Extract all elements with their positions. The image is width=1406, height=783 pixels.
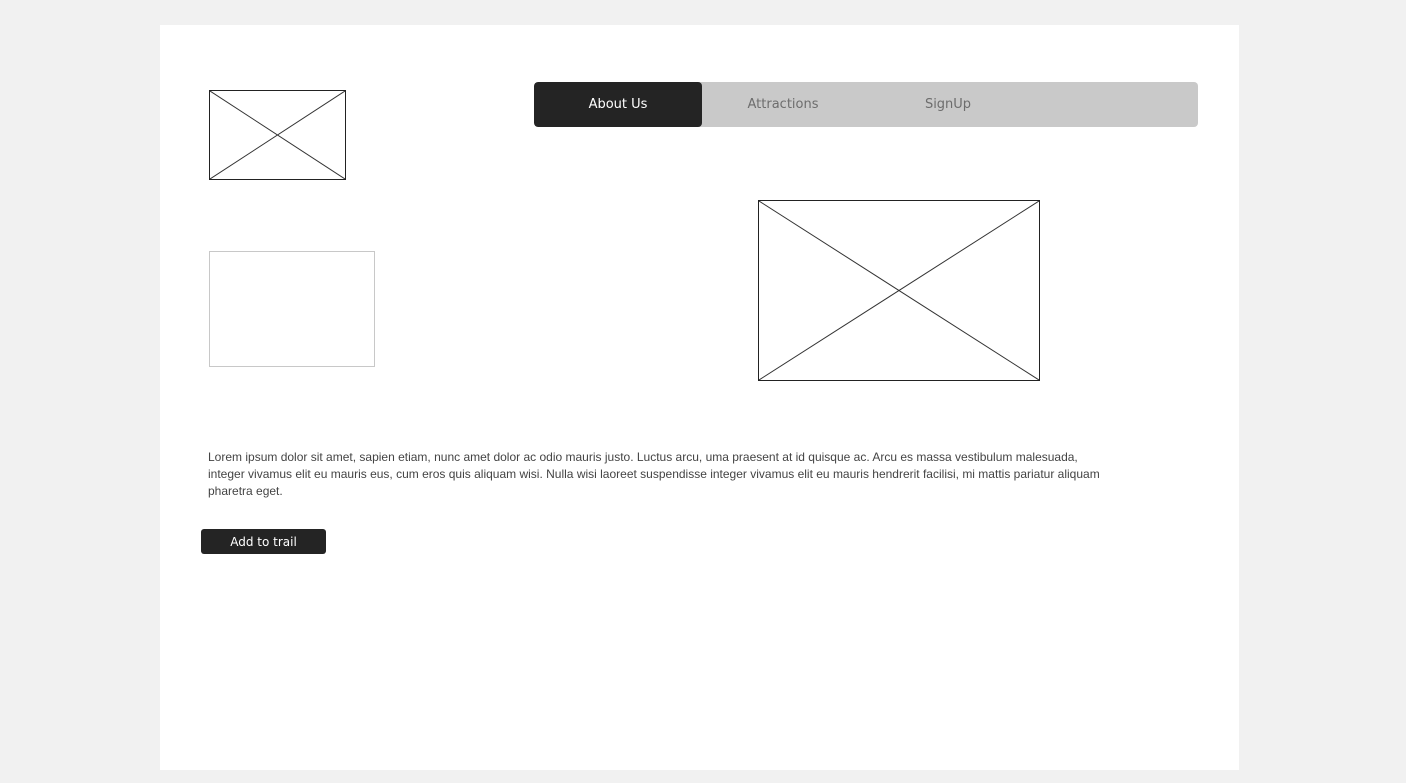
nav-item-attractions[interactable]: Attractions [702, 82, 864, 127]
logo-image-placeholder [209, 90, 346, 180]
image-placeholder-icon [210, 91, 345, 179]
main-nav: About Us Attractions SignUp [534, 82, 1198, 127]
add-to-trail-button[interactable]: Add to trail [201, 529, 326, 554]
image-placeholder-icon [759, 201, 1039, 380]
hero-image-placeholder [758, 200, 1040, 381]
nav-item-signup[interactable]: SignUp [864, 82, 1032, 127]
nav-item-about-us[interactable]: About Us [534, 82, 702, 127]
body-paragraph: Lorem ipsum dolor sit amet, sapien etiam… [208, 450, 1100, 498]
wireframe-canvas: About Us Attractions SignUp Lorem ipsum … [160, 25, 1239, 770]
empty-content-box [209, 251, 375, 367]
